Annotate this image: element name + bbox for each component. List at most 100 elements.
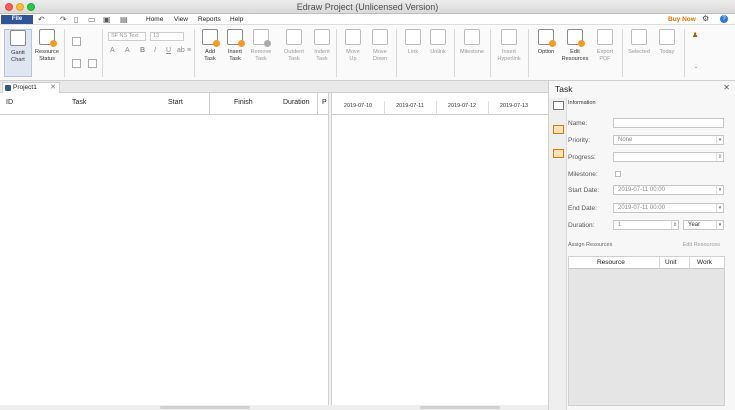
col-divider — [659, 257, 660, 269]
strikethrough-icon[interactable]: ab — [177, 47, 185, 54]
redo-icon[interactable]: ↷ — [60, 15, 67, 24]
unlink-button[interactable]: Unlink — [424, 29, 452, 77]
underline-icon[interactable]: U — [166, 47, 171, 54]
save-icon[interactable]: ▣ — [103, 15, 111, 24]
assign-resources-row: Assign Resources Edit Resources — [568, 242, 735, 248]
add-task-button[interactable]: Add Task — [196, 29, 224, 77]
outdent-task-button[interactable]: Outdent Task — [280, 29, 308, 77]
copy-icon[interactable] — [88, 59, 97, 68]
new-icon[interactable]: ▯ — [74, 15, 78, 24]
move-down-button[interactable]: Move Down — [366, 29, 394, 77]
selected-icon — [631, 29, 647, 45]
menu-help[interactable]: Help — [230, 15, 243, 24]
edit-resources-button[interactable]: Edit Resources — [560, 29, 590, 77]
col-duration[interactable]: Duration — [283, 99, 309, 106]
close-tab-icon[interactable]: ✕ — [50, 83, 56, 93]
ribbon-separator — [684, 29, 685, 77]
ribbon-toolbar: Gantt Chart Resource Status SF NS Text 1… — [0, 25, 735, 81]
insert-task-button[interactable]: Insert Task — [221, 29, 249, 77]
progress-stepper[interactable]: ⇕ — [613, 152, 724, 162]
file-menu-button[interactable]: File — [1, 15, 33, 24]
open-icon[interactable]: ▭ — [88, 15, 96, 24]
menu-view[interactable]: View — [174, 15, 188, 24]
duration-input[interactable]: 1 ⇕ — [613, 220, 679, 230]
col-predecessor[interactable]: P — [322, 99, 327, 106]
col-work[interactable]: Work — [697, 259, 712, 266]
close-panel-icon[interactable]: ✕ — [723, 83, 730, 92]
information-icon[interactable] — [553, 101, 564, 110]
paste-icon[interactable] — [72, 37, 81, 46]
calendar-panel-icon[interactable] — [553, 149, 564, 158]
window-title: Edraw Project (Unlicensed Version) — [296, 2, 439, 12]
duration-unit-select[interactable]: Year ▾ — [683, 220, 724, 230]
today-icon — [659, 29, 675, 45]
name-input[interactable] — [613, 118, 724, 128]
unlink-icon — [430, 29, 446, 45]
stepper-icon: ⇕ — [716, 153, 723, 161]
col-start[interactable]: Start — [168, 99, 183, 106]
menu-home[interactable]: Home — [146, 15, 163, 24]
chevron-down-icon: ▾ — [716, 186, 723, 194]
edit-resources-icon — [567, 29, 585, 47]
ribbon-separator — [396, 29, 397, 77]
indent-icon — [314, 29, 330, 45]
col-task[interactable]: Task — [72, 99, 86, 106]
indent-task-button[interactable]: Indent Task — [308, 29, 336, 77]
menu-bar: File ↶ ↷ ▯ ▭ ▣ ▤ Home View Reports Help … — [0, 14, 735, 25]
grid-gantt-splitter[interactable] — [328, 93, 332, 410]
end-date-input[interactable]: 2019-07-11 00:00 ▾ — [613, 203, 724, 213]
outdent-icon — [286, 29, 302, 45]
grow-font-icon[interactable]: A — [110, 47, 115, 54]
buy-now-link[interactable]: Buy Now — [668, 15, 696, 24]
print-icon[interactable]: ▤ — [120, 15, 128, 24]
grid-scroll-thumb[interactable] — [160, 406, 250, 409]
move-up-button[interactable]: Move Up — [339, 29, 367, 77]
col-divider[interactable] — [209, 93, 210, 115]
link-icon — [405, 29, 421, 45]
align-icon[interactable]: ≡ — [187, 47, 191, 54]
bold-icon[interactable]: B — [140, 47, 145, 54]
more-button[interactable]: - — [695, 65, 697, 71]
cut-icon[interactable] — [72, 59, 81, 68]
priority-select[interactable]: None ▾ — [613, 135, 724, 145]
move-down-icon — [372, 29, 388, 45]
today-button[interactable]: Today — [653, 29, 681, 77]
pdf-icon — [597, 29, 613, 45]
col-unit[interactable]: Unit — [665, 259, 677, 266]
gear-icon[interactable]: ⚙ — [702, 14, 709, 24]
tab-project1[interactable]: Project1 ✕ — [2, 82, 60, 93]
shrink-font-icon[interactable]: A — [125, 47, 130, 54]
italic-icon[interactable]: I — [154, 47, 156, 54]
export-pdf-button[interactable]: Export PDF — [591, 29, 619, 77]
font-size-select[interactable]: 13 — [150, 32, 184, 41]
resource-status-button[interactable]: Resource Status — [33, 29, 61, 77]
menu-reports[interactable]: Reports — [198, 15, 221, 24]
link-button[interactable]: Link — [399, 29, 427, 77]
option-button[interactable]: Option — [532, 29, 560, 77]
milestone-button[interactable]: Milestone — [457, 29, 487, 77]
gantt-scroll-thumb[interactable] — [420, 406, 500, 409]
task-grid: ID Task Start Finish Duration P 2019-07-… — [0, 93, 548, 410]
gantt-header: 2019-07-10 2019-07-11 2019-07-12 2019-07… — [332, 93, 548, 115]
gantt-chart-button[interactable]: Gantt Chart — [4, 29, 32, 77]
start-date-input[interactable]: 2019-07-11 00:00 ▾ — [613, 185, 724, 195]
col-id[interactable]: ID — [6, 99, 13, 106]
undo-icon[interactable]: ↶ — [38, 15, 45, 24]
help-icon[interactable]: ? — [720, 15, 728, 23]
selected-button[interactable]: Selected — [624, 29, 654, 77]
ribbon-separator — [194, 29, 195, 77]
ribbon-separator — [336, 29, 337, 77]
edit-resources-link[interactable]: Edit Resources — [683, 242, 720, 248]
col-finish[interactable]: Finish — [234, 99, 253, 106]
col-divider[interactable] — [317, 93, 318, 115]
resource-icon[interactable]: ♟ — [692, 31, 702, 41]
insert-hyperlink-button[interactable]: Insert Hyperlink — [494, 29, 524, 77]
stepper-icon: ⇕ — [671, 221, 678, 229]
font-name-select[interactable]: SF NS Text — [108, 32, 146, 41]
remove-task-button[interactable]: Remove Task — [247, 29, 275, 77]
col-resource[interactable]: Resource — [597, 259, 625, 266]
ribbon-separator — [102, 29, 103, 77]
ribbon-separator — [64, 29, 65, 77]
resource-panel-icon[interactable] — [553, 125, 564, 134]
milestone-checkbox[interactable] — [615, 171, 621, 177]
